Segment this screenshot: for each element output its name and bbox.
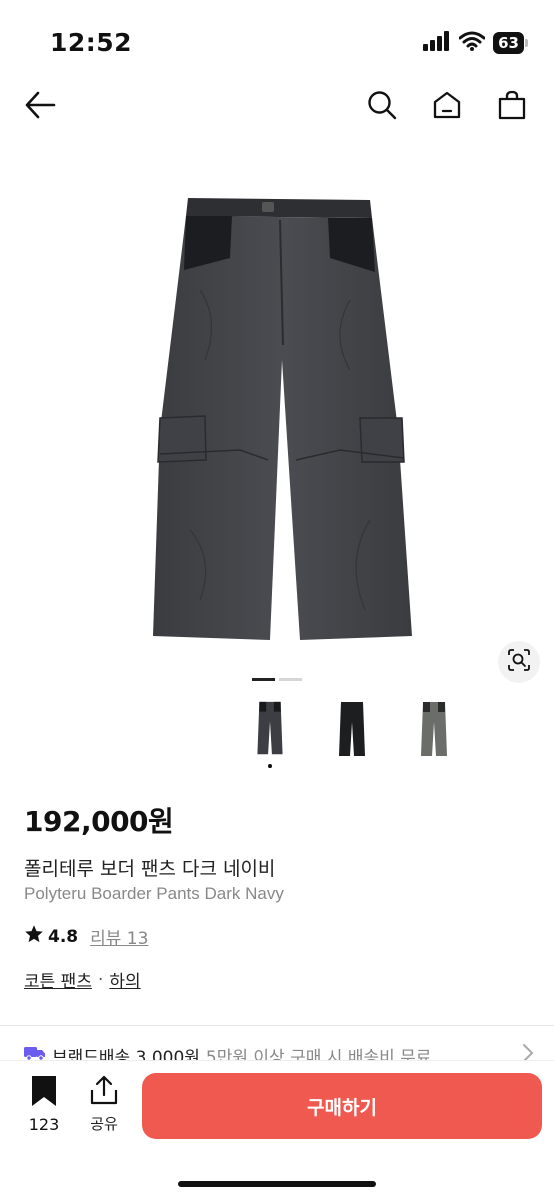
- cart-button[interactable]: [494, 89, 530, 125]
- product-name-english: Polyteru Boarder Pants Dark Navy: [24, 884, 284, 903]
- shopping-bag-icon: [497, 90, 527, 124]
- pager-indicator-active: [252, 678, 275, 681]
- color-variant-dark-navy[interactable]: [248, 700, 292, 768]
- share-button[interactable]: 공유: [84, 1075, 124, 1134]
- rating-row: 4.8 리뷰 13: [24, 924, 148, 949]
- category-breadcrumb: 코튼 팬츠 · 하의: [24, 967, 141, 993]
- share-icon: [90, 1075, 118, 1109]
- status-icons: 63: [423, 31, 528, 55]
- home-icon: [432, 90, 462, 124]
- back-button[interactable]: [22, 89, 58, 125]
- buy-button[interactable]: 구매하기: [142, 1073, 542, 1139]
- product-price: 192,000원: [24, 805, 174, 838]
- product-name-korean: 폴리테루 보더 팬츠 다크 네이비: [24, 858, 276, 880]
- category-link-main[interactable]: 코튼 팬츠: [24, 967, 92, 992]
- color-variant-list: [248, 700, 456, 768]
- bookmark-icon: [31, 1075, 57, 1111]
- image-search-button[interactable]: [498, 641, 540, 683]
- search-button[interactable]: [364, 89, 400, 125]
- wifi-icon: [458, 31, 486, 55]
- status-bar: 12:52 63: [0, 0, 554, 82]
- home-button[interactable]: [429, 89, 465, 125]
- category-separator: ·: [97, 969, 104, 990]
- color-variant-black[interactable]: [330, 700, 374, 768]
- section-divider: [0, 1025, 554, 1026]
- image-search-icon: [507, 648, 531, 676]
- status-time: 12:52: [50, 28, 133, 57]
- bottom-action-bar: 123 공유 구매하기: [0, 1060, 554, 1200]
- selected-variant-dot: [268, 764, 272, 768]
- pager-indicator: [279, 678, 302, 681]
- bookmark-button[interactable]: 123: [22, 1075, 66, 1134]
- battery-indicator: 63: [493, 32, 528, 54]
- review-link[interactable]: 리뷰 13: [90, 924, 148, 949]
- back-arrow-icon: [24, 91, 56, 123]
- rating-value: 4.8: [48, 926, 79, 947]
- gallery-pager: [252, 678, 302, 681]
- product-image[interactable]: [0, 160, 554, 670]
- nav-bar: [0, 82, 554, 132]
- share-label: 공유: [90, 1115, 118, 1133]
- home-indicator: [178, 1181, 376, 1187]
- category-link-sub[interactable]: 하의: [109, 967, 140, 992]
- search-icon: [367, 90, 397, 124]
- star-icon: [24, 924, 44, 949]
- color-variant-grey[interactable]: [412, 700, 456, 768]
- bookmark-count: 123: [28, 1115, 60, 1134]
- cellular-signal-icon: [423, 31, 451, 55]
